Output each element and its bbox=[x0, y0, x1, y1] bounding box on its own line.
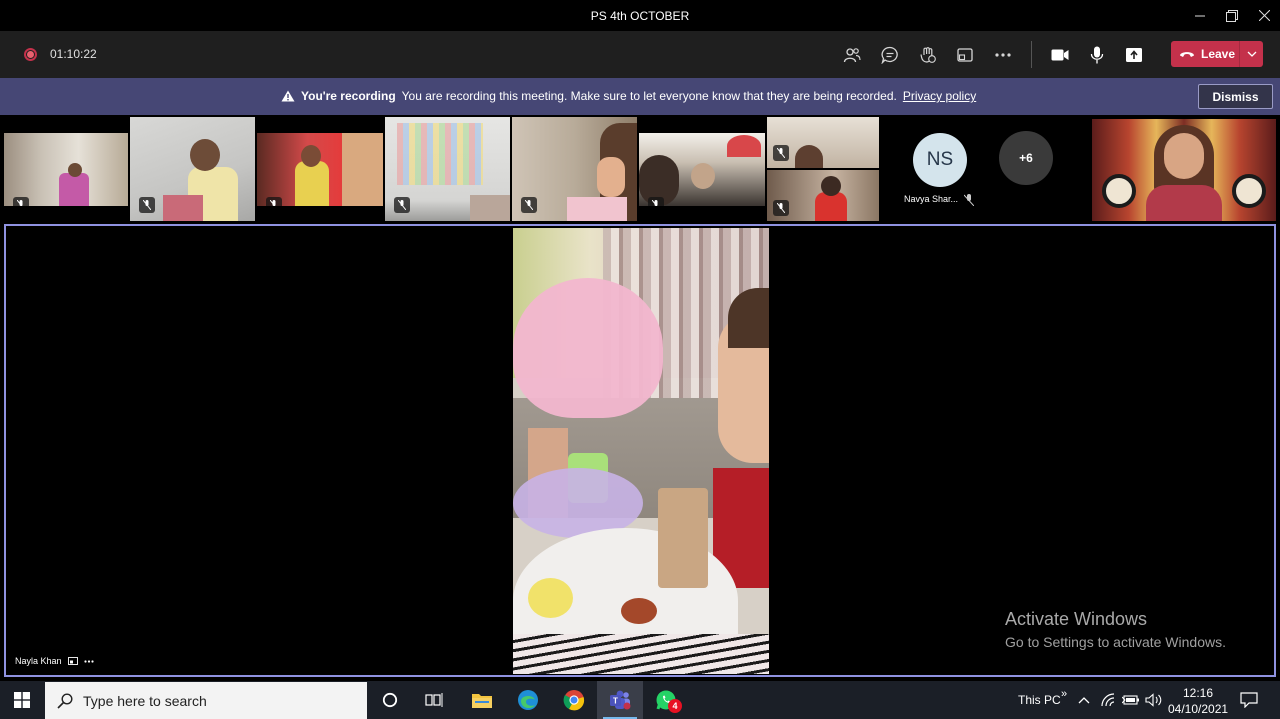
mic-off-icon bbox=[963, 193, 975, 211]
participant-name: Navya Shar... bbox=[904, 194, 959, 204]
more-options-icon[interactable] bbox=[83, 659, 94, 663]
participant-video-tile[interactable] bbox=[1092, 119, 1276, 221]
mic-off-icon bbox=[139, 197, 155, 213]
screen-share-icon bbox=[67, 656, 78, 665]
leave-label: Leave bbox=[1201, 47, 1236, 61]
window-controls bbox=[1184, 0, 1280, 31]
mic-off-icon bbox=[266, 197, 282, 206]
notification-center-icon[interactable] bbox=[1240, 681, 1258, 719]
file-explorer-icon[interactable] bbox=[459, 681, 505, 719]
window-title: PS 4th OCTOBER bbox=[590, 8, 690, 23]
chrome-icon[interactable] bbox=[551, 681, 597, 719]
main-video-stage: Nayla Khan Activate Windows Go to Settin… bbox=[4, 224, 1276, 677]
meeting-toolbar: 01:10:22 Leave bbox=[0, 31, 1280, 78]
mic-off-icon bbox=[13, 197, 29, 206]
svg-text:T: T bbox=[613, 697, 618, 706]
participant-video-tile[interactable] bbox=[4, 133, 128, 206]
presenter-label: Nayla Khan bbox=[15, 656, 94, 666]
taskbar-search-box[interactable]: Type here to search bbox=[45, 682, 367, 719]
mic-off-icon bbox=[394, 197, 410, 213]
participant-video-tile[interactable] bbox=[639, 133, 765, 206]
leave-main[interactable]: Leave bbox=[1171, 41, 1239, 67]
watermark-subtitle: Go to Settings to activate Windows. bbox=[1005, 634, 1226, 650]
mic-off-icon bbox=[773, 200, 789, 216]
volume-icon[interactable] bbox=[1145, 681, 1163, 719]
breakout-rooms-icon[interactable] bbox=[953, 43, 977, 67]
spotlight-video[interactable] bbox=[513, 228, 769, 674]
search-placeholder: Type here to search bbox=[83, 692, 207, 709]
this-pc-toolbar[interactable]: This PC bbox=[1018, 681, 1061, 719]
participant-video-tile[interactable] bbox=[767, 117, 879, 168]
windows-taskbar: Type here to search T 4 This PC » 12:16 … bbox=[0, 681, 1280, 719]
activation-watermark: Activate Windows Go to Settings to activ… bbox=[1005, 609, 1226, 650]
mic-off-icon bbox=[773, 145, 789, 161]
search-icon bbox=[57, 692, 73, 709]
microphone-icon[interactable] bbox=[1085, 43, 1109, 67]
chevron-up-icon[interactable] bbox=[1078, 681, 1090, 719]
notification-badge: 4 bbox=[668, 699, 682, 713]
chat-icon[interactable] bbox=[878, 43, 902, 67]
close-icon[interactable] bbox=[1248, 0, 1280, 31]
system-clock[interactable]: 12:16 04/10/2021 bbox=[1168, 685, 1228, 717]
clock-date: 04/10/2021 bbox=[1168, 702, 1229, 716]
watermark-title: Activate Windows bbox=[1005, 609, 1148, 629]
participant-video-tile[interactable] bbox=[130, 117, 255, 221]
cortana-icon[interactable] bbox=[367, 681, 413, 719]
recording-banner: You're recording You are recording this … bbox=[0, 78, 1280, 115]
windows-start-icon[interactable] bbox=[0, 681, 44, 719]
reactions-icon[interactable] bbox=[916, 43, 940, 67]
chevron-down-icon[interactable] bbox=[1240, 41, 1263, 67]
participant-avatar[interactable]: NS bbox=[913, 133, 967, 187]
meeting-timer: 01:10:22 bbox=[50, 47, 97, 61]
task-view-icon[interactable] bbox=[411, 681, 457, 719]
dismiss-button[interactable]: Dismiss bbox=[1198, 84, 1273, 109]
phone-hangup-icon bbox=[1180, 52, 1194, 57]
minimize-icon[interactable] bbox=[1184, 0, 1216, 31]
toolbar-divider bbox=[1031, 41, 1032, 68]
warning-icon bbox=[281, 90, 295, 102]
overflow-participants-button[interactable]: +6 bbox=[999, 131, 1053, 185]
participant-video-tile[interactable] bbox=[512, 117, 637, 221]
restore-icon[interactable] bbox=[1216, 0, 1248, 31]
whatsapp-icon[interactable]: 4 bbox=[643, 681, 689, 719]
presenter-name: Nayla Khan bbox=[15, 656, 62, 666]
this-pc-label: This PC bbox=[1018, 693, 1061, 707]
more-options-icon[interactable] bbox=[991, 43, 1015, 67]
mic-off-icon bbox=[521, 197, 537, 213]
share-icon[interactable] bbox=[1122, 43, 1146, 67]
wifi-icon[interactable] bbox=[1101, 681, 1117, 719]
recording-dot-icon bbox=[24, 48, 37, 61]
privacy-policy-link[interactable]: Privacy policy bbox=[903, 89, 976, 103]
leave-button[interactable]: Leave bbox=[1171, 41, 1263, 67]
teams-icon[interactable]: T bbox=[597, 681, 643, 719]
edge-icon[interactable] bbox=[505, 681, 551, 719]
chevron-right-icon[interactable]: » bbox=[1061, 675, 1067, 713]
participant-gallery: NS Navya Shar... +6 bbox=[0, 116, 1280, 223]
participant-video-tile[interactable] bbox=[385, 117, 510, 221]
people-icon[interactable] bbox=[840, 43, 864, 67]
participant-video-tile[interactable] bbox=[767, 170, 879, 221]
camera-icon[interactable] bbox=[1048, 43, 1072, 67]
title-bar: PS 4th OCTOBER bbox=[0, 0, 1280, 31]
battery-icon[interactable] bbox=[1122, 681, 1140, 719]
clock-time: 12:16 bbox=[1182, 686, 1214, 700]
participant-video-tile[interactable] bbox=[257, 133, 383, 206]
recording-title: You're recording bbox=[301, 89, 396, 103]
recording-text: You are recording this meeting. Make sur… bbox=[401, 89, 897, 103]
recording-message: You're recording You are recording this … bbox=[281, 89, 976, 103]
mic-off-icon bbox=[648, 197, 664, 206]
